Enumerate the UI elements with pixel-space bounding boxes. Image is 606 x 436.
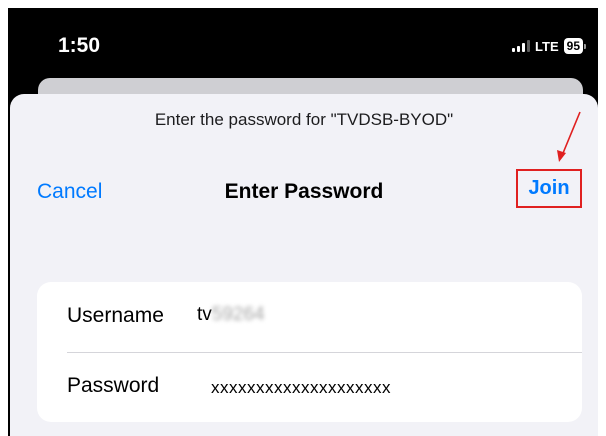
password-label: Password bbox=[67, 374, 160, 397]
username-field[interactable]: tv59264 bbox=[197, 304, 265, 326]
status-indicators: LTE 95 bbox=[512, 38, 586, 54]
join-button[interactable]: Join bbox=[516, 169, 582, 208]
phone-screen: 1:50 LTE 95 Enter the password for "TVDS… bbox=[8, 8, 598, 436]
password-sheet: Enter the password for "TVDSB-BYOD" Canc… bbox=[10, 94, 598, 436]
battery-tip bbox=[584, 43, 586, 49]
status-time: 1:50 bbox=[58, 34, 101, 57]
battery-icon: 95 bbox=[563, 38, 586, 54]
username-row[interactable]: Username tv59264 bbox=[37, 282, 582, 352]
credentials-form: Username tv59264 Password xxxxxxxxxxxxxx… bbox=[37, 282, 582, 422]
sheet-nav-bar: Cancel Enter Password bbox=[10, 172, 598, 212]
signal-strength-icon bbox=[512, 40, 531, 52]
battery-level: 95 bbox=[563, 38, 583, 54]
username-visible-text: tv bbox=[197, 304, 212, 325]
password-prompt: Enter the password for "TVDSB-BYOD" bbox=[154, 110, 454, 129]
status-bar: 1:50 LTE 95 bbox=[8, 8, 598, 88]
network-type: LTE bbox=[535, 38, 559, 54]
username-label: Username bbox=[67, 304, 164, 327]
password-row[interactable]: Password xxxxxxxxxxxxxxxxxxxx bbox=[37, 352, 582, 422]
sheet-title: Enter Password bbox=[224, 180, 384, 203]
password-field[interactable]: xxxxxxxxxxxxxxxxxxxx bbox=[211, 378, 391, 398]
username-redacted-text: 59264 bbox=[211, 304, 265, 325]
